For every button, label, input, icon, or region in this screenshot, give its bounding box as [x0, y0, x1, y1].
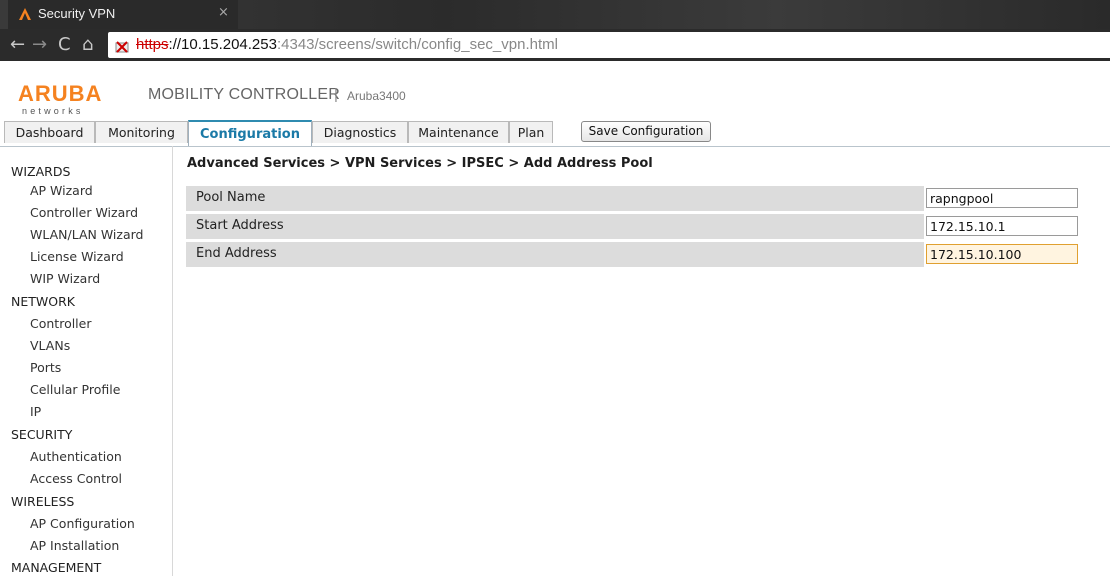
form-row-pool-name: Pool Name [186, 186, 1082, 211]
forward-arrow-icon[interactable]: → [32, 34, 47, 55]
pool-name-cell [924, 186, 1082, 211]
home-icon[interactable]: ⌂ [82, 34, 93, 55]
address-bar[interactable]: https://10.15.204.253:4343/screens/switc… [108, 32, 1110, 58]
sidebar-item-wlan-lan-wizard[interactable]: WLAN/LAN Wizard [30, 227, 143, 242]
form-row-start-address: Start Address [186, 214, 1082, 239]
sidebar-item-wip-wizard[interactable]: WIP Wizard [30, 271, 100, 286]
header-separator: | [334, 86, 338, 103]
browser-tab[interactable]: Security VPN × [8, 0, 238, 29]
pool-name-label: Pool Name [196, 190, 266, 205]
tab-dashboard[interactable]: Dashboard [4, 121, 95, 143]
url-scheme: https [136, 36, 169, 53]
sidebar-item-ip[interactable]: IP [30, 404, 41, 419]
sidebar-group-wizards: WIZARDS [11, 164, 71, 179]
app-title: MOBILITY CONTROLLER [148, 86, 340, 103]
sidebar-item-ap-wizard[interactable]: AP Wizard [30, 183, 93, 198]
sidebar-item-vlans[interactable]: VLANs [30, 338, 70, 353]
tab-monitoring[interactable]: Monitoring [95, 121, 188, 143]
aruba-logo: ARUBA networks [18, 81, 102, 116]
tab-plan[interactable]: Plan [509, 121, 553, 143]
back-arrow-icon[interactable]: ← [10, 34, 25, 55]
browser-tab-strip: Security VPN × [0, 0, 1110, 29]
end-address-input[interactable] [926, 244, 1078, 264]
form-row-end-address: End Address [186, 242, 1082, 267]
tab-configuration[interactable]: Configuration [188, 120, 312, 146]
device-name: Aruba3400 [347, 89, 406, 103]
sidebar-item-controller[interactable]: Controller [30, 316, 92, 331]
browser-toolbar: ← → C ⌂ https://10.15.204.253:4343/scree… [0, 29, 1110, 61]
sidebar-item-controller-wizard[interactable]: Controller Wizard [30, 205, 138, 220]
aruba-favicon-icon [19, 8, 31, 20]
start-address-label: Start Address [196, 218, 284, 233]
sidebar-item-authentication[interactable]: Authentication [30, 449, 122, 464]
sidebar-group-network: NETWORK [11, 294, 75, 309]
tab-maintenance[interactable]: Maintenance [408, 121, 509, 143]
end-address-cell [924, 242, 1082, 267]
tab-diagnostics[interactable]: Diagnostics [312, 121, 408, 143]
sidebar-item-ports[interactable]: Ports [30, 360, 61, 375]
start-address-input[interactable] [926, 216, 1078, 236]
save-configuration-button[interactable]: Save Configuration [581, 121, 711, 142]
sidebar: WIZARDS AP Wizard Controller Wizard WLAN… [0, 146, 173, 576]
url-host: ://10.15.204.253 [168, 36, 277, 53]
reload-icon[interactable]: C [58, 34, 71, 55]
browser-tab-title: Security VPN [38, 6, 116, 21]
start-address-cell [924, 214, 1082, 239]
insecure-lock-icon [115, 41, 129, 53]
main-tabs: Dashboard Monitoring Configuration Diagn… [0, 120, 1110, 147]
sidebar-item-cellular-profile[interactable]: Cellular Profile [30, 382, 120, 397]
pool-name-input[interactable] [926, 188, 1078, 208]
sidebar-item-ap-configuration[interactable]: AP Configuration [30, 516, 135, 531]
url-text: https://10.15.204.253:4343/screens/switc… [136, 36, 558, 53]
url-path: :4343/screens/switch/config_sec_vpn.html [276, 36, 558, 53]
svg-text:ARUBA: ARUBA [18, 81, 102, 106]
sidebar-group-management: MANAGEMENT [11, 560, 102, 575]
sidebar-group-security: SECURITY [11, 427, 73, 442]
breadcrumb: Advanced Services > VPN Services > IPSEC… [187, 156, 653, 171]
end-address-label: End Address [196, 246, 277, 261]
sidebar-item-ap-installation[interactable]: AP Installation [30, 538, 119, 553]
sidebar-group-wireless: WIRELESS [11, 494, 75, 509]
sidebar-item-license-wizard[interactable]: License Wizard [30, 249, 124, 264]
sidebar-item-access-control[interactable]: Access Control [30, 471, 122, 486]
close-tab-icon[interactable]: × [218, 5, 229, 20]
svg-text:networks: networks [22, 106, 84, 116]
